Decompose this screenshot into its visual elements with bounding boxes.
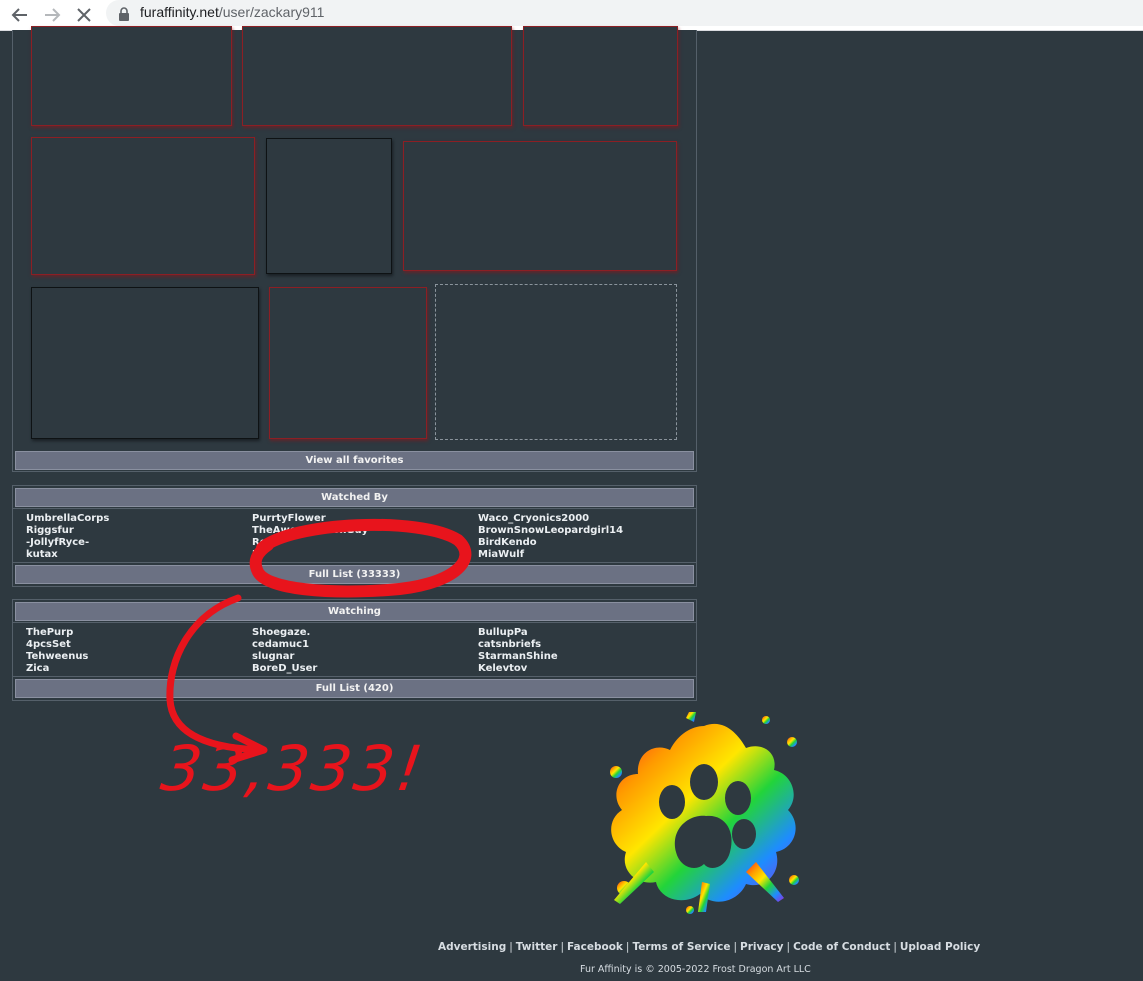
- user-link[interactable]: Riggsfur: [26, 525, 246, 537]
- lock-icon: [118, 6, 130, 25]
- favorite-thumbnail[interactable]: [403, 141, 677, 271]
- watched-by-column: UmbrellaCorps Riggsfur -JollyfRyce-kutax: [26, 513, 246, 561]
- divider: [13, 508, 696, 509]
- close-icon[interactable]: [72, 3, 96, 27]
- user-link[interactable]: BirdKendo: [478, 537, 698, 549]
- watched-by-header: Watched By: [15, 488, 694, 507]
- user-link[interactable]: BoreD_User: [252, 663, 472, 675]
- footer-link-privacy[interactable]: Privacy: [740, 941, 783, 953]
- favorite-thumbnail-placeholder[interactable]: [435, 284, 677, 440]
- watching-header: Watching: [15, 602, 694, 621]
- favorite-thumbnail[interactable]: [31, 287, 259, 439]
- annotation-arrowhead: [228, 732, 268, 764]
- watched-by-column: Waco_Cryonics2000 BrownSnowLeopardgirl14 B…: [478, 513, 698, 561]
- watching-panel: Watching ThePurp 4pcsSet Tehweenus Zica Sho…: [12, 599, 697, 701]
- url-host: furaffinity.net: [140, 4, 219, 20]
- footer-links: Advertising | Twitter | Facebook | Terms of Se…: [438, 941, 980, 953]
- user-link[interactable]: Zica: [26, 663, 246, 675]
- annotation-text: 33,333!: [157, 732, 430, 805]
- paw-splat-logo: [610, 712, 799, 914]
- separator: |: [893, 941, 897, 953]
- user-link[interactable]: BullupPa: [478, 627, 698, 639]
- user-link[interactable]: MiaWulf: [478, 549, 698, 561]
- separator: |: [625, 941, 630, 953]
- user-link[interactable]: PurrtyFlower: [252, 513, 472, 525]
- address-bar[interactable]: furaffinity.net/user/zackary911: [106, 0, 1143, 26]
- url-path: /user/zackary911: [218, 4, 325, 20]
- footer-link-code-of-conduct[interactable]: Code of Conduct: [793, 941, 890, 953]
- watching-column: ThePurp 4pcsSet Tehweenus Zica: [26, 627, 246, 675]
- user-link[interactable]: StarmanShine: [478, 651, 698, 663]
- divider: [13, 676, 696, 677]
- view-all-favorites-button[interactable]: View all favorites: [15, 451, 694, 470]
- user-link[interactable]: B: [252, 549, 472, 561]
- divider: [13, 622, 696, 623]
- separator: |: [733, 941, 738, 953]
- user-link[interactable]: -JollyfRyce-: [26, 537, 246, 549]
- footer-link-terms[interactable]: Terms of Service: [632, 941, 730, 953]
- user-link[interactable]: slugnar: [252, 651, 472, 663]
- watched-by-panel: Watched By UmbrellaCorps Riggsfur -JollyfR…: [12, 485, 697, 587]
- arrow-right-icon[interactable]: [40, 3, 64, 27]
- favorite-thumbnail[interactable]: [242, 26, 512, 126]
- separator: |: [560, 941, 564, 953]
- separator: |: [786, 941, 791, 953]
- watching-column: Shoegaze. cedamuc1 slugnar BoreD_User: [252, 627, 472, 675]
- user-link[interactable]: UmbrellaCorps: [26, 513, 246, 525]
- user-link[interactable]: 4pcsSet: [26, 639, 246, 651]
- user-link[interactable]: kutax: [26, 549, 246, 561]
- divider: [13, 562, 696, 563]
- watching-full-list-button[interactable]: Full List (420): [15, 679, 694, 698]
- footer-link-advertising[interactable]: Advertising: [438, 941, 506, 953]
- favorites-panel: View all favorites: [12, 26, 697, 472]
- footer-link-facebook[interactable]: Facebook: [567, 941, 623, 953]
- user-link[interactable]: Tehweenus: [26, 651, 246, 663]
- user-link[interactable]: cedamuc1: [252, 639, 472, 651]
- favorite-thumbnail[interactable]: [523, 26, 678, 126]
- watched-by-column: PurrtyFlower TheAwesomeFoxGuy Rex B: [252, 513, 472, 561]
- user-link[interactable]: BrownSnowLeopardgirl14: [478, 525, 698, 537]
- user-link[interactable]: Shoegaze.: [252, 627, 472, 639]
- user-link[interactable]: ThePurp: [26, 627, 246, 639]
- copyright-text: Fur Affinity is © 2005-2022 Frost Dragon…: [580, 964, 811, 975]
- arrow-left-icon[interactable]: [8, 3, 32, 27]
- separator: |: [509, 941, 513, 953]
- watched-by-full-list-button[interactable]: Full List (33333): [15, 565, 694, 584]
- user-link[interactable]: Kelevtov: [478, 663, 698, 675]
- user-link[interactable]: catsnbriefs: [478, 639, 698, 651]
- favorite-thumbnail[interactable]: [269, 287, 427, 439]
- user-link[interactable]: TheAwesomeFoxGuy: [252, 525, 472, 537]
- footer-link-twitter[interactable]: Twitter: [516, 941, 558, 953]
- footer-link-upload-policy[interactable]: Upload Policy: [900, 941, 980, 953]
- watching-column: BullupPa catsnbriefs StarmanShine Kelevtov: [478, 627, 698, 675]
- user-link[interactable]: Rex: [252, 537, 472, 549]
- favorite-thumbnail[interactable]: [31, 137, 255, 275]
- favorite-thumbnail[interactable]: [266, 138, 392, 274]
- favorite-thumbnail[interactable]: [31, 26, 232, 126]
- url-text: furaffinity.net/user/zackary911: [140, 4, 324, 20]
- user-link[interactable]: Waco_Cryonics2000: [478, 513, 698, 525]
